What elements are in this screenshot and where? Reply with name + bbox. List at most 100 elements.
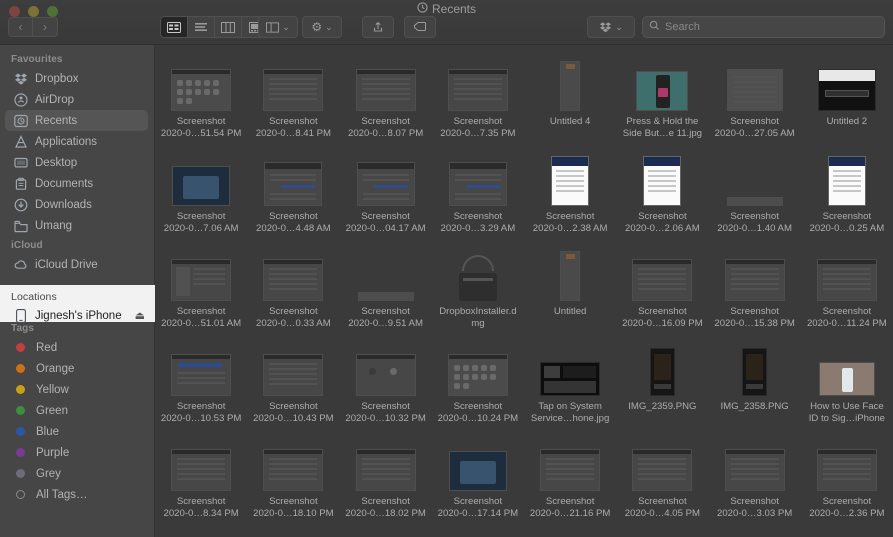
file-thumbnail bbox=[726, 57, 783, 111]
sidebar-item-jigneshs-iphone[interactable]: Jignesh's iPhone ⏏ bbox=[0, 306, 155, 326]
dropbox-menu-button[interactable]: ⌄ bbox=[587, 16, 635, 38]
file-item[interactable]: Untitled bbox=[524, 243, 616, 338]
file-thumbnail bbox=[355, 342, 416, 396]
sidebar-tag-yellow[interactable]: Yellow bbox=[0, 379, 154, 400]
icon-view-button[interactable] bbox=[161, 17, 188, 37]
file-item[interactable]: Press & Hold the Side But…e 11.jpg bbox=[616, 53, 708, 148]
file-item[interactable]: Screenshot 2020-0…3.29 AM bbox=[432, 148, 524, 243]
tag-color-dot bbox=[16, 406, 25, 415]
column-view-button[interactable] bbox=[215, 17, 242, 37]
file-item[interactable]: Screenshot 2020-0…21.16 PM bbox=[524, 433, 616, 528]
file-item[interactable] bbox=[524, 528, 616, 537]
file-item[interactable]: Untitled 2 bbox=[801, 53, 893, 148]
file-item[interactable] bbox=[247, 528, 339, 537]
file-item[interactable]: Screenshot 2020-0…10.53 PM bbox=[155, 338, 247, 433]
search-input[interactable]: Search bbox=[665, 21, 700, 33]
group-by-button[interactable]: ⌄ bbox=[258, 16, 298, 38]
list-view-button[interactable] bbox=[188, 17, 215, 37]
file-item[interactable] bbox=[340, 528, 432, 537]
file-item[interactable]: DropboxInstaller.d mg bbox=[432, 243, 524, 338]
file-item[interactable] bbox=[616, 528, 708, 537]
back-button[interactable]: ‹ bbox=[8, 17, 33, 37]
file-item[interactable] bbox=[801, 528, 893, 537]
sidebar-item-umang[interactable]: Umang bbox=[0, 215, 154, 236]
file-item[interactable]: Screenshot 2020-0…11.24 PM bbox=[801, 243, 893, 338]
file-name-label: Screenshot 2020-0…0.33 AM bbox=[256, 306, 331, 329]
file-item[interactable]: Screenshot 2020-0…8.41 PM bbox=[247, 53, 339, 148]
file-item[interactable]: Screenshot 2020-0…9.51 AM bbox=[340, 243, 432, 338]
file-item[interactable]: Screenshot 2020-0…4.05 PM bbox=[616, 433, 708, 528]
sidebar-tag-purple[interactable]: Purple bbox=[0, 442, 154, 463]
file-item[interactable]: Screenshot 2020-0…3.03 PM bbox=[709, 433, 801, 528]
file-item[interactable]: Screenshot 2020-0…17.14 PM bbox=[432, 433, 524, 528]
file-item[interactable]: Screenshot 2020-0…04.17 AM bbox=[340, 148, 432, 243]
file-item[interactable] bbox=[432, 528, 524, 537]
file-item[interactable]: Screenshot 2020-0…10.43 PM bbox=[247, 338, 339, 433]
file-item[interactable]: Screenshot 2020-0…7.35 PM bbox=[432, 53, 524, 148]
eject-button[interactable]: ⏏ bbox=[135, 309, 145, 322]
file-item[interactable]: Screenshot 2020-0…51.01 AM bbox=[155, 243, 247, 338]
search-field[interactable]: Search bbox=[642, 16, 885, 38]
file-item[interactable]: Screenshot 2020-0…2.06 AM bbox=[616, 148, 708, 243]
file-grid: Screenshot 2020-0…51.54 PM Screenshot 202… bbox=[155, 53, 893, 537]
sidebar-item-dropbox[interactable]: Dropbox bbox=[0, 68, 154, 89]
file-name-label: Screenshot 2020-0…1.40 AM bbox=[717, 211, 792, 234]
file-item[interactable]: How to Use Face ID to Sig…iPhone bbox=[801, 338, 893, 433]
file-item[interactable]: Screenshot 2020-0…51.54 PM bbox=[155, 53, 247, 148]
file-item[interactable]: Screenshot 2020-0…18.02 PM bbox=[340, 433, 432, 528]
sidebar-item-documents[interactable]: Documents bbox=[0, 173, 154, 194]
sidebar-item-recents[interactable]: Recents bbox=[5, 110, 148, 131]
file-item[interactable]: Screenshot 2020-0…7.06 AM bbox=[155, 148, 247, 243]
file-thumbnail bbox=[263, 437, 324, 491]
sidebar-section-header: Favourites bbox=[11, 54, 63, 65]
file-item[interactable]: Screenshot 2020-0…18.10 PM bbox=[247, 433, 339, 528]
file-thumbnail bbox=[263, 247, 324, 301]
sidebar-item-airdrop[interactable]: AirDrop bbox=[0, 89, 154, 110]
file-item[interactable]: Screenshot 2020-0…0.33 AM bbox=[247, 243, 339, 338]
view-mode-group bbox=[160, 16, 270, 38]
file-item[interactable]: Screenshot 2020-0…2.36 PM bbox=[801, 433, 893, 528]
file-item[interactable]: Screenshot 2020-0…16.09 PM bbox=[616, 243, 708, 338]
file-thumbnail bbox=[355, 437, 416, 491]
file-item[interactable]: Screenshot 2020-0…10.24 PM bbox=[432, 338, 524, 433]
chevron-down-icon: ⌄ bbox=[325, 21, 333, 32]
file-item[interactable]: Screenshot 2020-0…4.48 AM bbox=[247, 148, 339, 243]
file-item[interactable]: Screenshot 2020-0…10.32 PM bbox=[340, 338, 432, 433]
file-item[interactable]: Screenshot 2020-0…8.07 PM bbox=[340, 53, 432, 148]
sidebar-tag-grey[interactable]: Grey bbox=[0, 463, 154, 484]
sidebar-item-downloads[interactable]: Downloads bbox=[0, 194, 154, 215]
sidebar-tag-all-tags[interactable]: All Tags… bbox=[0, 484, 154, 505]
sidebar-tag-orange[interactable]: Orange bbox=[0, 358, 154, 379]
file-item[interactable]: Tap on System Service…hone.jpg bbox=[524, 338, 616, 433]
file-name-label: Screenshot 2020-0…8.07 PM bbox=[348, 116, 424, 139]
tag-color-dot bbox=[16, 364, 25, 373]
file-item[interactable]: IMG_2358.PNG bbox=[709, 338, 801, 433]
sidebar-tag-green[interactable]: Green bbox=[0, 400, 154, 421]
sidebar-item-icloud-drive[interactable]: iCloud Drive bbox=[0, 254, 154, 275]
file-item[interactable]: Screenshot 2020-0…1.40 AM bbox=[709, 148, 801, 243]
tag-button[interactable] bbox=[404, 16, 436, 38]
file-thumbnail bbox=[725, 532, 785, 537]
file-item[interactable] bbox=[709, 528, 801, 537]
sidebar-tag-blue[interactable]: Blue bbox=[0, 421, 154, 442]
share-button[interactable] bbox=[362, 16, 394, 38]
file-item[interactable]: Screenshot 2020-0…27.05 AM bbox=[709, 53, 801, 148]
file-item[interactable]: Screenshot 2020-0…0.25 AM bbox=[801, 148, 893, 243]
file-item[interactable]: Untitled 4 bbox=[524, 53, 616, 148]
file-item[interactable] bbox=[155, 528, 247, 537]
sidebar-item-label: Applications bbox=[35, 135, 98, 148]
sidebar-tag-red[interactable]: Red bbox=[0, 337, 154, 358]
file-grid-area[interactable]: Screenshot 2020-0…51.54 PM Screenshot 202… bbox=[155, 45, 893, 537]
sidebar-tag-label: Blue bbox=[36, 425, 60, 438]
action-menu-button[interactable]: ⚙ ⌄ bbox=[302, 16, 342, 38]
sidebar-item-desktop[interactable]: Desktop bbox=[0, 152, 154, 173]
tag-color-dot bbox=[16, 427, 25, 436]
clock-icon bbox=[417, 2, 428, 16]
sidebar-item-applications[interactable]: Applications bbox=[0, 131, 154, 152]
file-item[interactable]: IMG_2359.PNG bbox=[616, 338, 708, 433]
forward-button[interactable]: › bbox=[33, 17, 58, 37]
file-item[interactable]: Screenshot 2020-0…15.38 PM bbox=[709, 243, 801, 338]
file-item[interactable]: Screenshot 2020-0…8.34 PM bbox=[155, 433, 247, 528]
file-item[interactable]: Screenshot 2020-0…2.38 AM bbox=[524, 148, 616, 243]
chevron-down-icon: ⌄ bbox=[282, 21, 290, 32]
